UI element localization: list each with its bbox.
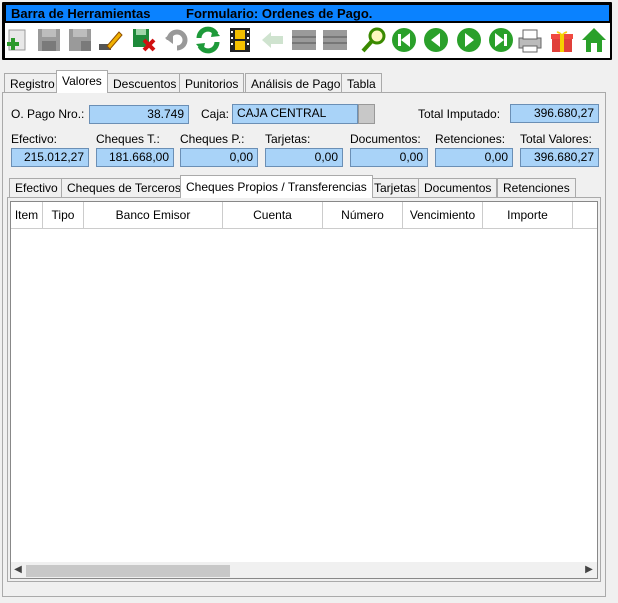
caja-select[interactable]: CAJA CENTRAL <box>232 104 358 124</box>
efectivo-total-label: Efectivo: <box>11 132 58 146</box>
scroll-left-icon[interactable]: ◀ <box>11 562 25 578</box>
opago-label: O. Pago Nro.: <box>11 107 85 121</box>
retenciones-total-field[interactable]: 0,00 <box>435 148 513 167</box>
list2-icon[interactable] <box>321 25 349 55</box>
tab-registro[interactable]: Registro <box>4 73 61 93</box>
subtab-cheques-propios[interactable]: Cheques Propios / Transferencias <box>180 175 373 198</box>
add-icon[interactable] <box>5 25 33 55</box>
tab-descuentos[interactable]: Descuentos <box>107 73 183 93</box>
column-header-tipo[interactable]: Tipo <box>43 202 84 229</box>
cheques-p-label: Cheques P.: <box>180 132 245 146</box>
print-icon[interactable] <box>516 25 544 55</box>
caja-dropdown-button[interactable] <box>358 104 375 124</box>
undo-icon[interactable] <box>163 25 191 55</box>
total-imputado-field[interactable]: 396.680,27 <box>510 104 599 123</box>
tarjetas-total-field[interactable]: 0,00 <box>265 148 343 167</box>
subtab-retenciones[interactable]: Retenciones <box>497 178 576 197</box>
column-header-cuenta[interactable]: Cuenta <box>223 202 323 229</box>
opago-field[interactable]: 38.749 <box>89 105 189 124</box>
list-icon[interactable] <box>290 25 318 55</box>
retenciones-total-label: Retenciones: <box>435 132 506 146</box>
save-as-icon[interactable] <box>66 25 94 55</box>
cheques-t-label: Cheques T.: <box>96 132 160 146</box>
next-icon[interactable] <box>455 25 483 55</box>
search-icon[interactable] <box>360 25 388 55</box>
film-icon[interactable] <box>226 25 254 55</box>
last-icon[interactable] <box>487 25 515 55</box>
toolbar-title: Barra de Herramientas <box>11 6 151 21</box>
efectivo-total-field[interactable]: 215.012,27 <box>11 148 89 167</box>
toolbar-icons <box>5 23 610 58</box>
prev-icon[interactable] <box>422 25 450 55</box>
toolbar-title-bar: Barra de Herramientas Formulario: Ordene… <box>5 4 610 22</box>
tab-valores[interactable]: Valores <box>56 70 108 93</box>
caja-label: Caja: <box>201 107 230 121</box>
column-header-item[interactable]: Item <box>11 202 43 229</box>
subtab-efectivo[interactable]: Efectivo <box>9 178 64 197</box>
tab-tabla[interactable]: Tabla <box>341 73 382 93</box>
subtab-tarjetas[interactable]: Tarjetas <box>368 178 423 197</box>
tarjetas-total-label: Tarjetas: <box>265 132 311 146</box>
total-imputado-label: Total Imputado: <box>418 107 501 121</box>
documentos-total-label: Documentos: <box>350 132 421 146</box>
column-header-numero[interactable]: Número <box>323 202 403 229</box>
column-header-vencimiento[interactable]: Vencimiento <box>403 202 483 229</box>
tab-analisis-de-pago[interactable]: Análisis de Pago <box>245 73 347 93</box>
edit-icon[interactable] <box>97 25 125 55</box>
scrollbar-thumb[interactable] <box>26 565 230 577</box>
save-icon[interactable] <box>35 25 63 55</box>
column-header-banco-emisor[interactable]: Banco Emisor <box>84 202 223 229</box>
tab-punitorios[interactable]: Punitorios <box>179 73 245 93</box>
column-header-extra <box>573 202 597 229</box>
documentos-total-field[interactable]: 0,00 <box>350 148 428 167</box>
refresh-icon[interactable] <box>194 25 222 55</box>
back-icon[interactable] <box>259 25 287 55</box>
total-valores-label: Total Valores: <box>520 132 592 146</box>
first-icon[interactable] <box>390 25 418 55</box>
column-header-importe[interactable]: Importe <box>483 202 573 229</box>
total-valores-field[interactable]: 396.680,27 <box>520 148 599 167</box>
cheques-t-field[interactable]: 181.668,00 <box>96 148 174 167</box>
cheques-p-field[interactable]: 0,00 <box>180 148 258 167</box>
form-title: Formulario: Ordenes de Pago. <box>186 6 373 21</box>
gift-icon[interactable] <box>548 25 576 55</box>
subtab-documentos[interactable]: Documentos <box>418 178 498 197</box>
cheques-grid[interactable]: Item Tipo Banco Emisor Cuenta Número Ven… <box>10 201 598 579</box>
delete-icon[interactable] <box>130 25 158 55</box>
scroll-right-icon[interactable]: ▶ <box>582 562 596 578</box>
home-icon[interactable] <box>580 25 608 55</box>
subtab-cheques-de-terceros[interactable]: Cheques de Terceros <box>61 178 187 197</box>
